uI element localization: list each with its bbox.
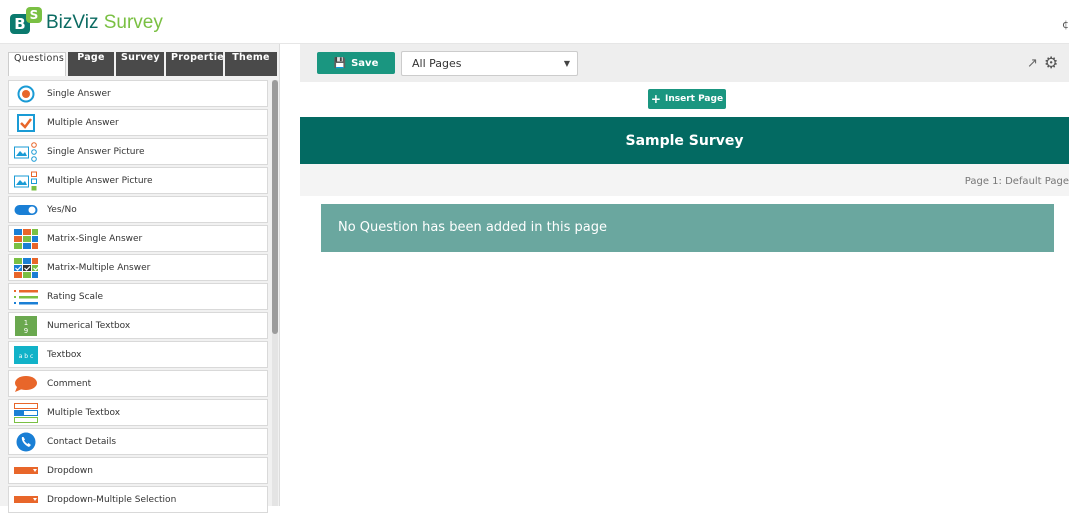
app-title: BizViz Survey <box>46 12 163 34</box>
tab-page[interactable]: Page <box>68 52 114 76</box>
editor-toolbar: 💾 Save All Pages ▼ ↗ ⚙ <box>300 44 1069 82</box>
settings-cogs-icon[interactable]: ⚙ <box>1044 53 1058 72</box>
question-type-numerical-textbox[interactable]: 19 Numerical Textbox <box>8 312 268 339</box>
empty-page-message: No Question has been added in this page <box>321 204 1054 252</box>
logo-icon: B S <box>10 6 44 36</box>
question-type-label: Numerical Textbox <box>47 320 131 331</box>
question-type-multiple-textbox[interactable]: Multiple Textbox <box>8 399 268 426</box>
panel-tabs: Questions Page Survey Properties Theme <box>8 52 279 76</box>
question-type-label: Matrix-Single Answer <box>47 233 143 244</box>
page-select-dropdown[interactable]: All Pages ▼ <box>401 51 578 76</box>
logo-letter-s: S <box>26 7 42 23</box>
expand-icon[interactable]: ↗ <box>1027 56 1038 71</box>
tab-theme[interactable]: Theme <box>225 52 277 76</box>
question-type-label: Comment <box>47 378 92 389</box>
question-type-single-answer-picture[interactable]: Single Answer Picture <box>8 138 268 165</box>
question-type-label: Textbox <box>47 349 82 360</box>
matrix-check-icon <box>14 257 38 278</box>
page-select-value: All Pages <box>412 57 462 70</box>
question-type-label: Contact Details <box>47 436 117 447</box>
page-label: Page 1: Default Page <box>964 176 1069 187</box>
question-type-yes-no[interactable]: Yes/No <box>8 196 268 223</box>
question-type-label: Multiple Answer <box>47 117 119 128</box>
chevron-down-icon: ▼ <box>563 59 570 68</box>
question-type-list: Single Answer Multiple Answer Single Ans… <box>8 80 268 515</box>
question-type-label: Rating Scale <box>47 291 104 302</box>
question-type-label: Multiple Answer Picture <box>47 175 153 186</box>
tab-questions[interactable]: Questions <box>8 52 66 76</box>
multi-textbox-icon <box>14 402 38 423</box>
question-type-label: Multiple Textbox <box>47 407 121 418</box>
textbox-icon: a b c <box>14 345 38 364</box>
svg-text:9: 9 <box>24 327 28 335</box>
question-type-label: Matrix-Multiple Answer <box>47 262 151 273</box>
numeric-icon: 19 <box>14 315 38 336</box>
app-header: B S BizViz Survey ¢ <box>0 0 1069 44</box>
question-type-comment[interactable]: Comment <box>8 370 268 397</box>
question-type-multiple-answer-picture[interactable]: Multiple Answer Picture <box>8 167 268 194</box>
question-type-matrix-multiple[interactable]: Matrix-Multiple Answer <box>8 254 268 281</box>
question-type-label: Single Answer <box>47 88 111 99</box>
app-logo[interactable]: B S BizViz Survey <box>10 6 163 36</box>
question-type-rating-scale[interactable]: Rating Scale <box>8 283 268 310</box>
question-type-matrix-single[interactable]: Matrix-Single Answer <box>8 225 268 252</box>
question-type-label: Dropdown-Multiple Selection <box>47 494 177 505</box>
checkbox-icon <box>14 113 38 132</box>
save-icon: 💾 <box>333 57 347 69</box>
save-button[interactable]: 💾 Save <box>317 52 395 74</box>
scrollbar-thumb[interactable] <box>272 80 278 334</box>
question-type-label: Dropdown <box>47 465 93 476</box>
question-type-textbox[interactable]: a b c Textbox <box>8 341 268 368</box>
header-edge-glyph: ¢ <box>1062 18 1069 31</box>
comment-icon <box>14 375 38 393</box>
tab-properties[interactable]: Properties <box>166 52 230 76</box>
plus-icon: + <box>650 92 661 106</box>
picture-radio-icon <box>14 141 38 162</box>
rating-scale-icon <box>14 288 38 306</box>
survey-title-banner[interactable]: Sample Survey <box>300 117 1069 164</box>
toggle-icon <box>14 201 38 219</box>
insert-page-label: Insert Page <box>664 94 724 104</box>
question-type-multiple-answer[interactable]: Multiple Answer <box>8 109 268 136</box>
radio-icon <box>14 85 38 103</box>
matrix-grid-icon <box>14 228 38 249</box>
question-list-scrollbar[interactable] <box>272 80 278 506</box>
question-type-dropdown-multiple[interactable]: Dropdown-Multiple Selection <box>8 486 268 513</box>
question-panel: Questions Page Survey Properties Theme S… <box>0 44 280 513</box>
picture-checkbox-icon <box>14 171 38 190</box>
question-type-label: Single Answer Picture <box>47 146 145 157</box>
page-label-bar: Page 1: Default Page <box>300 164 1069 196</box>
question-type-label: Yes/No <box>47 204 77 215</box>
question-type-contact-details[interactable]: Contact Details <box>8 428 268 455</box>
question-type-dropdown[interactable]: Dropdown <box>8 457 268 484</box>
insert-page-button[interactable]: + Insert Page <box>648 89 726 109</box>
dropdown-icon <box>14 462 38 480</box>
phone-icon <box>14 432 38 451</box>
svg-text:a b c: a b c <box>19 353 34 360</box>
save-button-label: Save <box>351 57 379 69</box>
survey-title: Sample Survey <box>625 132 744 149</box>
question-type-single-answer[interactable]: Single Answer <box>8 80 268 107</box>
svg-text:1: 1 <box>24 319 28 327</box>
brand-name-part2: Survey <box>103 12 163 33</box>
brand-name-part1: BizViz <box>46 12 99 33</box>
tab-survey[interactable]: Survey <box>116 52 164 76</box>
